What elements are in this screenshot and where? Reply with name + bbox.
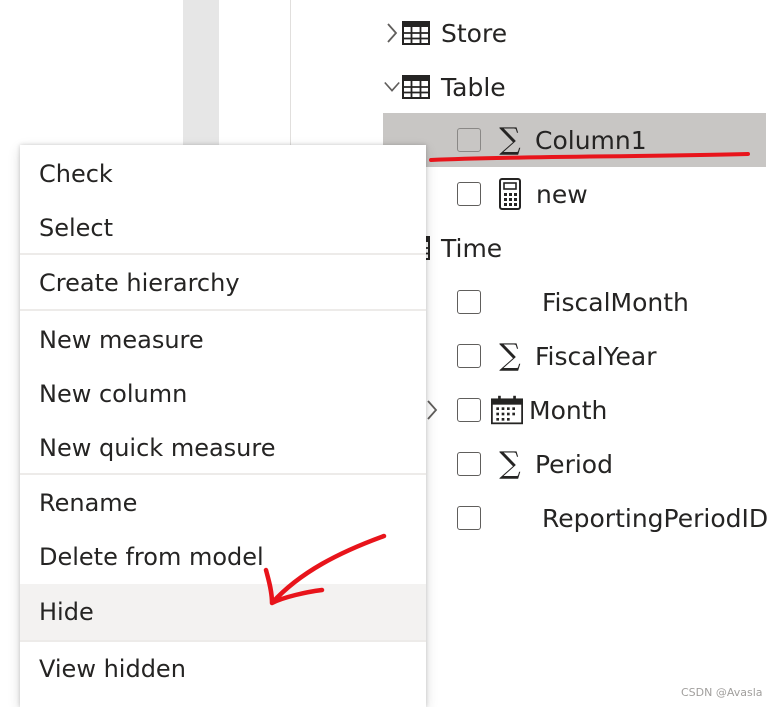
menu-item-new-column[interactable]: New column bbox=[20, 367, 426, 421]
field-row-month[interactable]: Month bbox=[383, 383, 774, 437]
field-row-fiscalyear[interactable]: ∑ FiscalYear bbox=[383, 329, 774, 383]
field-label: Month bbox=[529, 395, 608, 425]
field-row-new[interactable]: new bbox=[383, 167, 774, 221]
field-checkbox[interactable] bbox=[457, 344, 481, 368]
calendar-icon bbox=[491, 394, 523, 426]
field-label: Period bbox=[535, 449, 613, 479]
table-row-table[interactable]: Table bbox=[383, 60, 774, 114]
field-label: Column1 bbox=[535, 125, 647, 155]
sigma-icon: ∑ bbox=[499, 338, 521, 373]
watermark: CSDN @Avasla bbox=[681, 686, 763, 699]
menu-item-new-quick-measure[interactable]: New quick measure bbox=[20, 421, 426, 475]
table-label: Table bbox=[441, 72, 506, 102]
menu-item-check[interactable]: Check bbox=[20, 147, 426, 201]
field-label: FiscalYear bbox=[535, 341, 657, 371]
field-checkbox[interactable] bbox=[457, 182, 481, 206]
menu-separator bbox=[20, 253, 426, 255]
sigma-icon: ∑ bbox=[499, 446, 521, 481]
field-row-fiscalmonth[interactable]: FiscalMonth bbox=[383, 275, 774, 329]
menu-item-delete-from-model[interactable]: Delete from model bbox=[20, 530, 426, 584]
table-row-time[interactable]: Time bbox=[383, 221, 774, 275]
table-icon bbox=[401, 20, 431, 46]
field-checkbox[interactable] bbox=[457, 398, 481, 422]
menu-item-hide[interactable]: Hide bbox=[20, 584, 426, 640]
field-row-period[interactable]: ∑ Period bbox=[383, 437, 774, 491]
chevron-down-icon[interactable] bbox=[383, 74, 401, 100]
menu-item-select[interactable]: Select bbox=[20, 201, 426, 255]
table-row-store[interactable]: Store bbox=[383, 6, 774, 60]
chevron-right-icon[interactable] bbox=[383, 20, 401, 46]
context-menu: Check Select Create hierarchy New measur… bbox=[20, 145, 426, 707]
table-label: Store bbox=[441, 18, 508, 48]
field-checkbox[interactable] bbox=[457, 452, 481, 476]
menu-item-create-hierarchy[interactable]: Create hierarchy bbox=[20, 256, 426, 310]
field-row-reportingperiodid[interactable]: ReportingPeriodID bbox=[383, 491, 774, 545]
menu-item-new-measure[interactable]: New measure bbox=[20, 313, 426, 367]
menu-item-rename[interactable]: Rename bbox=[20, 476, 426, 530]
calculator-icon bbox=[494, 178, 526, 210]
field-row-column1[interactable]: ∑ Column1 bbox=[383, 113, 766, 167]
menu-separator bbox=[20, 309, 426, 311]
field-label: new bbox=[536, 179, 588, 209]
field-checkbox[interactable] bbox=[457, 506, 481, 530]
field-label: FiscalMonth bbox=[542, 287, 689, 317]
table-icon bbox=[401, 74, 431, 100]
field-label: ReportingPeriodID bbox=[542, 503, 769, 533]
menu-separator bbox=[20, 473, 426, 475]
field-checkbox[interactable] bbox=[457, 128, 481, 152]
field-checkbox[interactable] bbox=[457, 290, 481, 314]
sigma-icon: ∑ bbox=[499, 122, 521, 157]
menu-item-view-hidden[interactable]: View hidden bbox=[20, 642, 426, 696]
table-label: Time bbox=[441, 233, 503, 263]
